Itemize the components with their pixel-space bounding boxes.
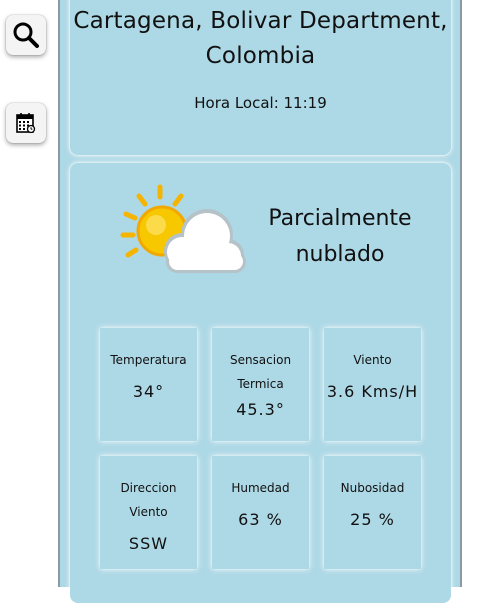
calendar-icon [16,113,36,134]
condition-text: Parcialmente nublado [268,206,412,267]
stat-label: Temperatura [110,353,187,367]
partly-cloudy-icon [120,184,246,273]
stat-value: 3.6 Kms/H [326,382,419,401]
calendar-button[interactable] [6,103,46,143]
stat-label: Humedad [231,481,290,495]
stat-label: Viento [353,353,392,367]
local-time: Hora Local: 11:19 [194,94,327,112]
search-button[interactable] [6,15,46,55]
search-icon [13,22,39,48]
stat-label: Sensacion Termica [229,353,292,391]
stat-sensacion-termica: Sensacion Termica 45.3° [212,328,309,441]
stat-direccion-viento: Direccion Viento SSW [100,456,197,569]
stat-viento: Viento 3.6 Kms/H [324,328,421,441]
stat-nubosidad: Nubosidad 25 % [324,456,421,569]
current-weather-card: Parcialmente nublado Temperatura 34° Sen… [70,163,451,603]
stat-value: 63 % [238,510,283,529]
stat-value: 45.3° [236,400,285,419]
location-card: Cartagena, Bolivar Department, Colombia … [70,0,451,155]
stat-value: 34° [132,382,165,401]
stat-temperatura: Temperatura 34° [100,328,197,441]
stat-value: SSW [128,534,169,553]
weather-panel: Cartagena, Bolivar Department, Colombia … [58,0,462,603]
stat-humedad: Humedad 63 % [212,456,309,569]
stat-label: Nubosidad [340,481,405,495]
city-name: Cartagena, Bolivar Department, Colombia [73,8,448,69]
stat-label: Direccion Viento [120,481,177,519]
stat-value: 25 % [350,510,395,529]
